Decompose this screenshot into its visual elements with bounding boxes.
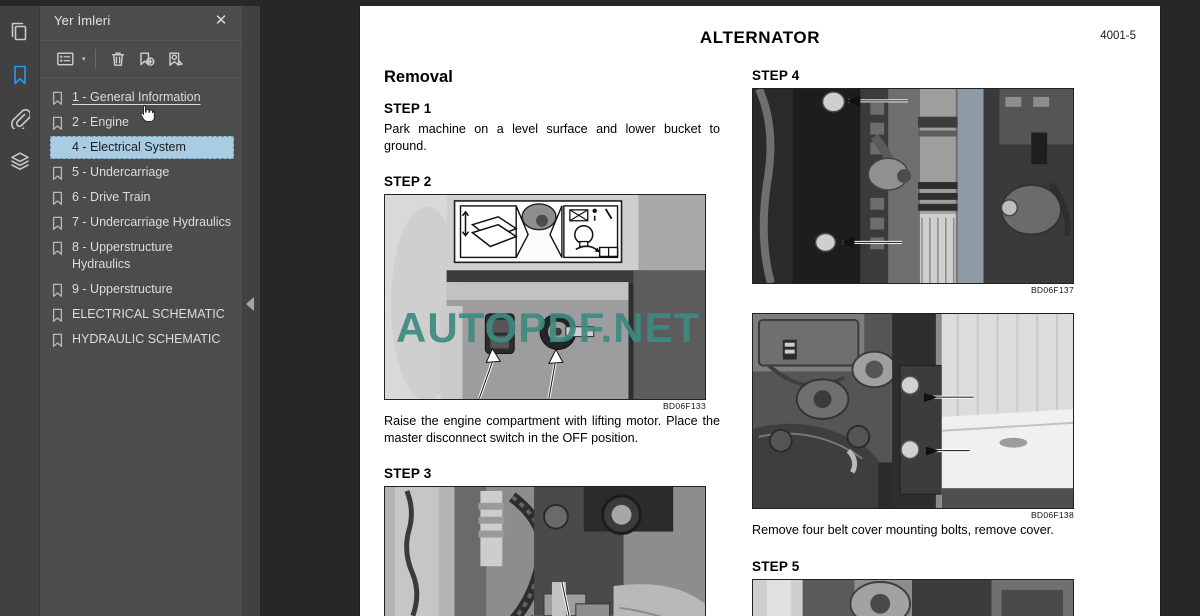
bookmark-item-label: 8 - Upperstructure Hydraulics <box>72 240 173 271</box>
bookmark-item-label: 5 - Undercarriage <box>72 165 170 179</box>
step-4-text: Remove four belt cover mounting bolts, r… <box>752 523 1054 537</box>
rail-item-bookmarks[interactable] <box>0 53 40 96</box>
delete-bookmark-button[interactable] <box>105 46 131 72</box>
bookmark-icon <box>52 114 65 131</box>
bookmark-icon <box>52 164 65 181</box>
list-options-button[interactable] <box>52 46 78 72</box>
bookmark-item-engine[interactable]: 2 - Engine <box>50 111 234 134</box>
bookmark-icon <box>11 64 29 86</box>
step-1-heading: STEP 1 <box>384 101 432 116</box>
close-icon[interactable]: ✕ <box>210 9 232 31</box>
list-options-icon <box>56 52 74 66</box>
section-heading-removal: Removal <box>384 68 453 86</box>
bookmark-icon <box>52 281 65 298</box>
bookmark-item-label: 7 - Undercarriage Hydraulics <box>72 215 232 229</box>
photo-engine-bay-hose <box>384 486 706 616</box>
figure-step-3 <box>384 486 706 616</box>
figure-step-5 <box>752 578 1074 616</box>
pdf-reader-window: Yer İmleri ✕ ▾ 1 - General Information 2… <box>0 0 1200 616</box>
page-columns: Removal STEP 1 Park machine on a level s… <box>384 68 1136 616</box>
bookmark-icon <box>52 239 65 256</box>
bookmark-plus-icon <box>138 51 155 68</box>
bookmark-item-label: HYDRAULIC SCHEMATIC <box>72 332 221 346</box>
paperclip-icon <box>10 107 30 129</box>
trash-icon <box>110 51 126 68</box>
new-bookmark-button[interactable] <box>134 46 160 72</box>
photo-alternator-pulley <box>752 578 1074 616</box>
bookmark-item-label: 4 - Electrical System <box>72 140 186 154</box>
bookmark-item-label: 2 - Engine <box>72 115 129 129</box>
layers-icon <box>9 150 31 172</box>
bookmarks-panel: Yer İmleri ✕ ▾ 1 - General Information 2… <box>40 0 242 616</box>
pages-icon <box>10 21 30 43</box>
bookmark-item-label: 1 - General Information <box>72 90 201 104</box>
bookmark-item-hydraulic-schematic[interactable]: HYDRAULIC SCHEMATIC <box>50 328 234 351</box>
figure-label-step-4b: BD06F138 <box>1030 510 1074 520</box>
page-number: 4001-5 <box>1100 30 1136 42</box>
photo-master-disconnect-switch <box>384 194 706 400</box>
rail-item-page-thumbnails[interactable] <box>0 10 40 53</box>
step-5-heading: STEP 5 <box>752 558 800 574</box>
bookmark-icon <box>52 214 65 231</box>
bookmark-list: 1 - General Information 2 - Engine 4 - E… <box>40 78 242 616</box>
page-title: ALTERNATOR <box>699 28 821 47</box>
bookmark-item-label: ELECTRICAL SCHEMATIC <box>72 307 225 321</box>
bookmark-gear-icon <box>167 51 184 68</box>
viewer-top-edge <box>0 0 1200 6</box>
bookmark-item-upperstructure[interactable]: 9 - Upperstructure <box>50 278 234 301</box>
bookmark-item-general-information[interactable]: 1 - General Information <box>50 86 234 109</box>
step-1-text: Park machine on a level surface and lowe… <box>384 122 720 153</box>
left-column: Removal STEP 1 Park machine on a level s… <box>384 68 720 616</box>
figure-step-4b: BD06F138 <box>752 313 1074 520</box>
step-2-text: Raise the engine compartment with liftin… <box>384 414 720 445</box>
sidebar-icon-rail <box>0 0 40 616</box>
bookmark-item-electrical-schematic[interactable]: ELECTRICAL SCHEMATIC <box>50 303 234 326</box>
figure-step-4a: BD06F137 <box>752 88 1074 295</box>
bookmark-icon <box>52 331 65 348</box>
pdf-page: 4001-5 ALTERNATOR Removal STEP 1 Park ma… <box>360 6 1160 616</box>
bookmark-icon <box>52 306 65 323</box>
bookmarks-panel-header: Yer İmleri ✕ <box>40 0 242 40</box>
figure-label-step-4a: BD06F137 <box>1030 285 1074 295</box>
rail-item-attachments[interactable] <box>0 96 40 139</box>
bookmark-item-label: 9 - Upperstructure <box>72 282 173 296</box>
right-column: STEP 4 BD06F137 BD06F138 Remove four bel… <box>752 68 1088 616</box>
step-3-heading: STEP 3 <box>384 466 432 481</box>
edit-bookmark-button[interactable] <box>163 46 189 72</box>
bookmark-icon <box>52 89 65 106</box>
toolbar-divider <box>94 49 96 69</box>
bookmarks-toolbar: ▾ <box>40 40 242 78</box>
photo-belt-cover-bolts-upper <box>752 88 1074 284</box>
bookmark-item-undercarriage[interactable]: 5 - Undercarriage <box>50 161 234 184</box>
bookmark-item-label: 6 - Drive Train <box>72 190 151 204</box>
rail-item-layers[interactable] <box>0 139 40 182</box>
document-viewer[interactable]: 4001-5 ALTERNATOR Removal STEP 1 Park ma… <box>260 0 1200 616</box>
bookmark-icon <box>52 189 65 206</box>
bookmark-item-upperstructure-hydraulics[interactable]: 8 - Upperstructure Hydraulics <box>50 236 234 276</box>
bookmark-item-drive-train[interactable]: 6 - Drive Train <box>50 186 234 209</box>
collapse-left-arrow-icon[interactable] <box>246 297 254 311</box>
photo-belt-cover-bolts-lower <box>752 313 1074 509</box>
panel-splitter[interactable] <box>242 0 260 616</box>
figure-step-2: BD06F133 <box>384 194 706 411</box>
figure-label-step-2: BD06F133 <box>662 401 706 411</box>
bookmark-item-electrical-system[interactable]: 4 - Electrical System <box>50 136 234 159</box>
step-4-heading: STEP 4 <box>752 68 800 83</box>
step-2-heading: STEP 2 <box>384 174 432 189</box>
bookmark-item-undercarriage-hydraulics[interactable]: 7 - Undercarriage Hydraulics <box>50 211 234 234</box>
chevron-down-icon[interactable]: ▾ <box>82 56 86 63</box>
panel-title: Yer İmleri <box>54 12 111 28</box>
